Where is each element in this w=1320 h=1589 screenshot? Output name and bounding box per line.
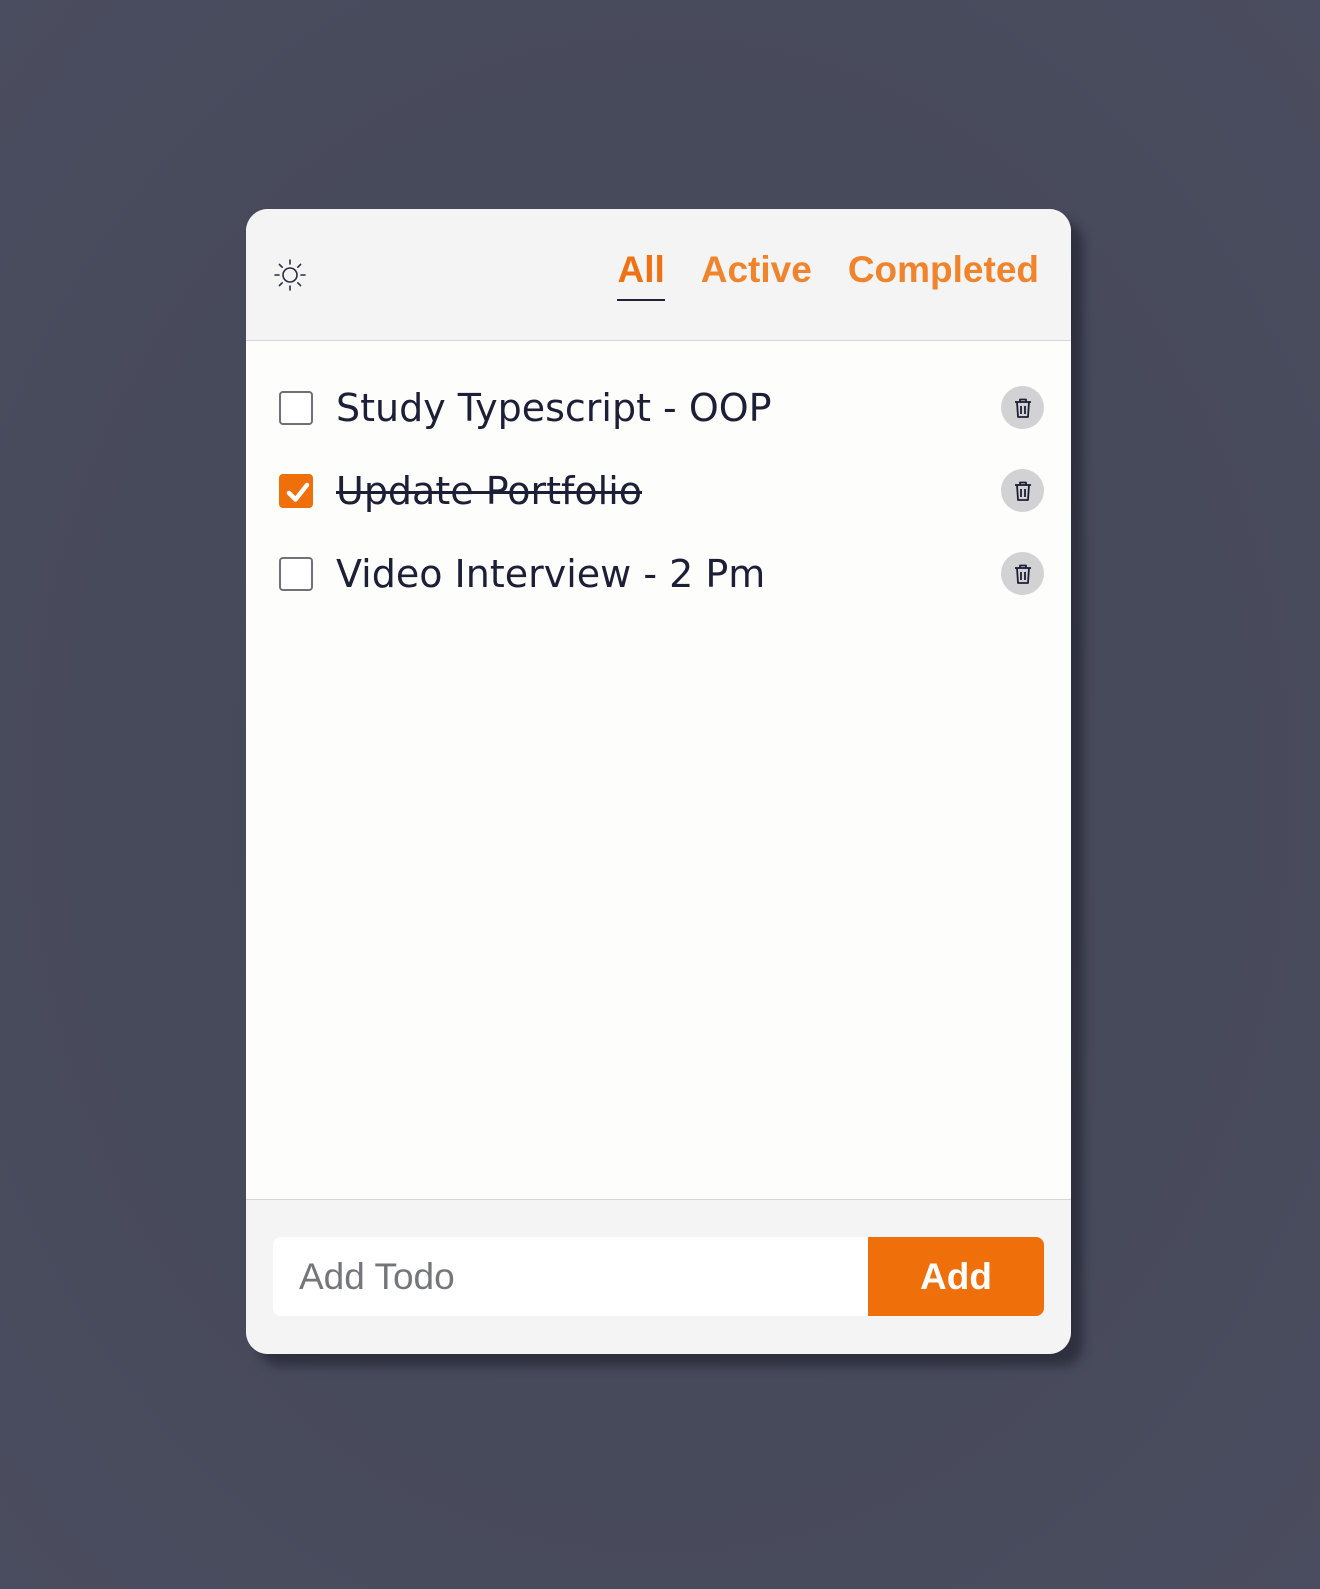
delete-button[interactable] — [1001, 552, 1044, 595]
header: All Active Completed — [246, 209, 1071, 341]
todo-checkbox[interactable] — [279, 557, 313, 591]
todo-checkbox[interactable] — [279, 474, 313, 508]
sun-icon — [274, 259, 306, 291]
todo-text: Video Interview - 2 Pm — [336, 552, 766, 596]
trash-icon — [1014, 481, 1031, 501]
tab-active[interactable]: Active — [701, 247, 812, 299]
todo-item: Update Portfolio — [246, 457, 1071, 527]
tab-all[interactable]: All — [617, 247, 666, 301]
add-todo-form: Add — [273, 1237, 1044, 1316]
todo-item: Video Interview - 2 Pm — [246, 540, 1071, 610]
todo-card: All Active Completed Study Typescript - … — [246, 209, 1071, 1354]
delete-button[interactable] — [1001, 386, 1044, 429]
checkmark-icon — [286, 482, 310, 502]
todo-item: Study Typescript - OOP — [246, 374, 1071, 444]
todo-checkbox[interactable] — [279, 391, 313, 425]
todo-text: Update Portfolio — [336, 469, 643, 513]
todo-text: Study Typescript - OOP — [336, 386, 772, 430]
theme-toggle-button[interactable] — [270, 255, 310, 295]
filter-tabs: All Active Completed — [617, 247, 1039, 301]
footer: Add — [246, 1199, 1071, 1354]
trash-icon — [1014, 564, 1031, 584]
add-button[interactable]: Add — [868, 1237, 1044, 1316]
delete-button[interactable] — [1001, 469, 1044, 512]
add-todo-input[interactable] — [273, 1237, 868, 1316]
trash-icon — [1014, 398, 1031, 418]
tab-completed[interactable]: Completed — [848, 247, 1039, 299]
